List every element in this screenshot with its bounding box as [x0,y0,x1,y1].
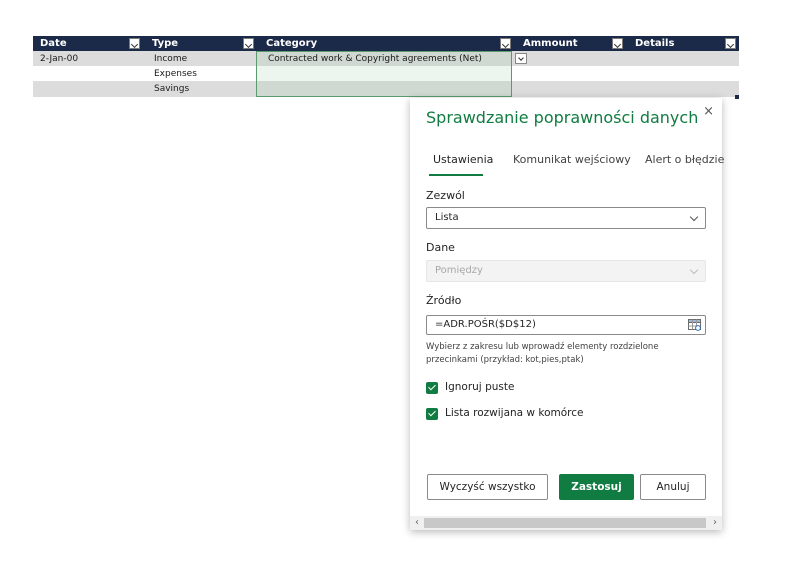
header-date[interactable]: Date [33,36,128,51]
apply-button[interactable]: Zastosuj [559,474,634,500]
allow-value: Lista [435,212,459,223]
header-details[interactable]: Details [628,36,722,51]
source-value: =ADR.POŚR($D$12) [435,319,536,330]
horizontal-scrollbar[interactable]: ‹ › [410,516,722,530]
header-type[interactable]: Type [145,36,241,51]
filter-dropdown-details-icon[interactable] [725,38,736,49]
allow-label: Zezwól [426,189,465,202]
header-category[interactable]: Category [259,36,497,51]
data-value: Pomiędzy [435,265,483,276]
tab-settings[interactable]: Ustawienia [433,153,493,166]
source-input[interactable]: =ADR.POŚR($D$12) [426,315,706,335]
filter-dropdown-ammount-icon[interactable] [612,38,623,49]
data-validation-dialog: × Sprawdzanie poprawności danych Ustawie… [410,98,724,530]
table-resize-handle[interactable] [735,95,739,99]
ignore-blank-checkbox[interactable] [426,382,438,394]
header-ammount[interactable]: Ammount [516,36,610,51]
active-tab-indicator [429,174,483,176]
in-cell-dropdown-checkbox[interactable] [426,408,438,420]
data-select: Pomiędzy [426,260,706,282]
dialog-title: Sprawdzanie poprawności danych [426,108,699,127]
tab-error-alert[interactable]: Alert o błędzie [645,153,724,166]
cell-type[interactable]: Expenses [154,67,197,82]
cell-date[interactable]: 2-Jan-00 [40,52,78,67]
tab-input-message[interactable]: Komunikat wejściowy [513,153,631,166]
range-picker-icon[interactable] [688,319,701,331]
filter-dropdown-type-icon[interactable] [243,38,254,49]
cancel-button[interactable]: Anuluj [640,474,706,500]
filter-dropdown-date-icon[interactable] [129,38,140,49]
cell-type[interactable]: Savings [154,82,189,97]
cell-type[interactable]: Income [154,52,187,67]
cell-dropdown-icon[interactable] [515,53,527,64]
source-label: Źródło [426,294,462,307]
source-hint: Wybierz z zakresu lub wprowadź elementy … [426,342,659,365]
cell-category[interactable]: Contracted work & Copyright agreements (… [268,52,482,67]
chevron-down-icon [689,212,699,222]
allow-select[interactable]: Lista [426,207,706,229]
ignore-blank-label[interactable]: Ignoruj puste [445,381,514,393]
in-cell-dropdown-label[interactable]: Lista rozwijana w komórce [445,407,583,419]
scroll-left-icon[interactable]: ‹ [410,516,424,530]
close-icon[interactable]: × [703,104,714,119]
scroll-right-icon[interactable]: › [708,516,722,530]
clear-all-button[interactable]: Wyczyść wszystko [427,474,548,500]
data-label: Dane [426,241,455,254]
filter-dropdown-category-icon[interactable] [500,38,511,49]
chevron-down-icon [689,265,699,275]
scrollbar-thumb[interactable] [424,518,706,528]
